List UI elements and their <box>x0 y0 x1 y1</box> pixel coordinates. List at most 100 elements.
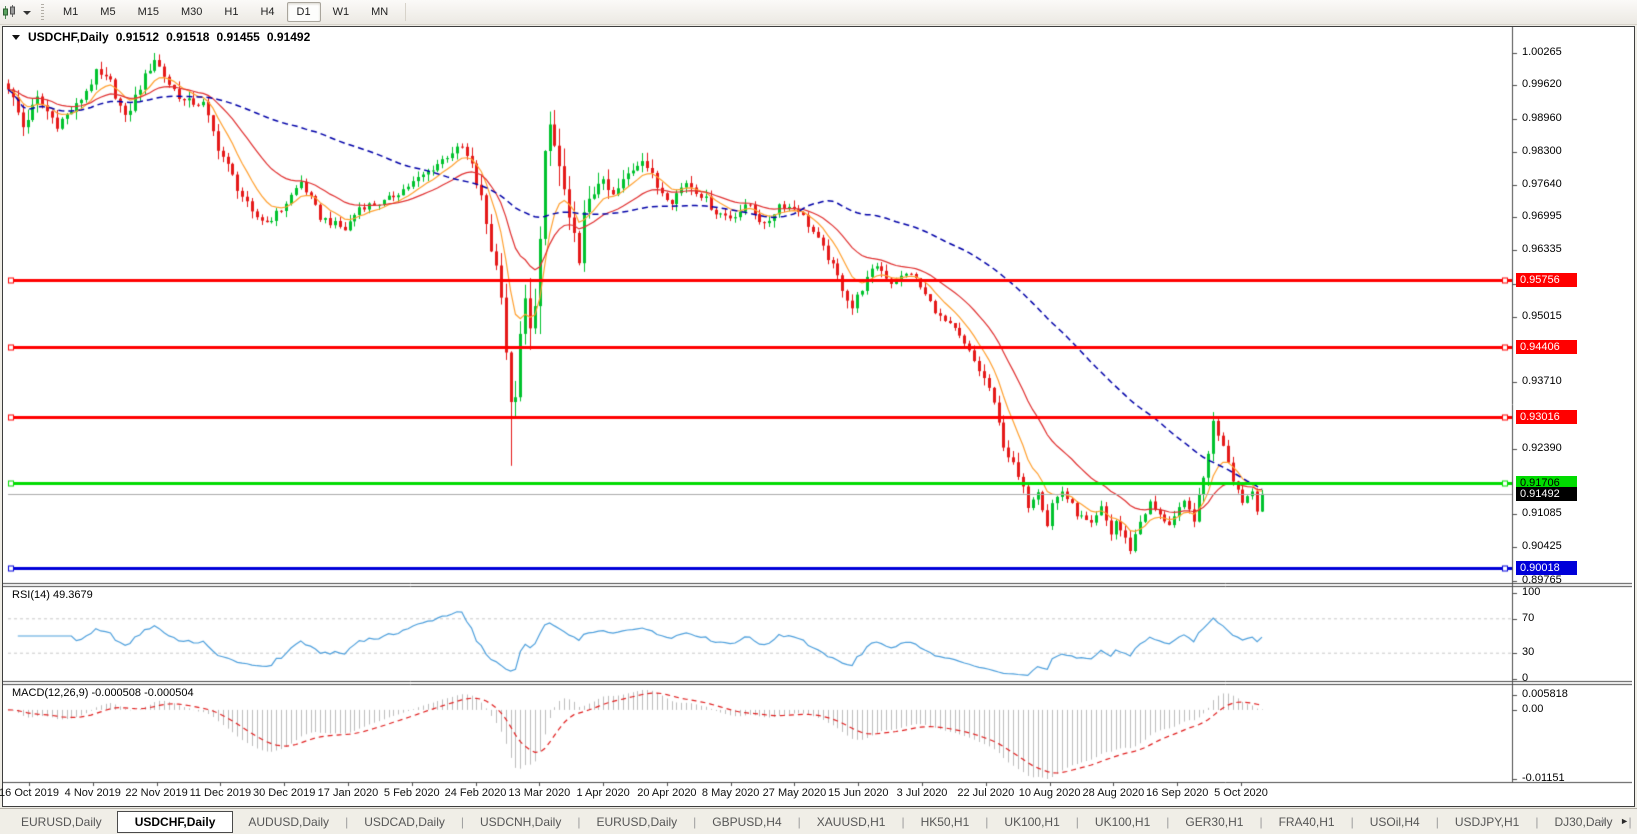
symbol-timeframe-label: USDCHF,Daily <box>28 30 109 44</box>
tab-separator: | <box>1435 814 1439 829</box>
macd-axis-tick: -0.01151 <box>1522 772 1565 784</box>
date-axis-label: 5 Oct 2020 <box>1214 787 1268 799</box>
chart-tab-ger30-h1[interactable]: GER30,H1 <box>1170 812 1258 832</box>
timeframe-button-d1[interactable]: D1 <box>286 2 321 22</box>
chart-tab-usoil-h4[interactable]: USOil,H4 <box>1355 812 1435 832</box>
timeframe-button-w1[interactable]: W1 <box>323 2 360 22</box>
tab-separator: | <box>577 814 581 829</box>
chart-tab-fra40-h1[interactable]: FRA40,H1 <box>1264 812 1350 832</box>
timeframe-button-m15[interactable]: M15 <box>128 2 169 22</box>
timeframe-button-m30[interactable]: M30 <box>171 2 212 22</box>
macd-signal-value: -0.000504 <box>144 687 194 699</box>
rsi-label: RSI(14) <box>12 589 50 601</box>
current-price-label: 0.91492 <box>1516 486 1577 501</box>
level-price-label: 0.95756 <box>1516 272 1577 287</box>
date-axis-label: 8 May 2020 <box>701 787 760 799</box>
chart-tab-usdchf-daily[interactable]: USDCHF,Daily <box>116 810 234 833</box>
symbol-caret-icon[interactable] <box>12 34 20 40</box>
chart-tab-uk100-h1[interactable]: UK100,H1 <box>1080 812 1165 832</box>
tab-scroll-right-icon[interactable]: ► <box>1620 816 1629 826</box>
chart-type-dropdown-caret-icon[interactable] <box>23 11 31 15</box>
tab-separator: | <box>1075 814 1079 829</box>
tab-separator: | <box>985 814 989 829</box>
price-axis-tick: 0.92390 <box>1522 441 1562 454</box>
rsi-value: 49.3679 <box>52 589 93 601</box>
date-axis-label: 30 Dec 2019 <box>252 787 316 799</box>
chart-tab-eurusd-daily[interactable]: EURUSD,Daily <box>6 812 117 832</box>
chart-tab-eurusd-daily[interactable]: EURUSD,Daily <box>581 812 692 832</box>
rsi-caption: RSI(14) 49.3679 <box>12 589 93 601</box>
toolbar-separator <box>405 3 407 21</box>
date-axis-label: 20 Apr 2020 <box>637 787 697 799</box>
chart-tab-china300-h1[interactable]: CHINA300,H1 <box>1633 812 1637 832</box>
price-axis-tick: 1.00265 <box>1522 45 1562 58</box>
timeframe-button-h1[interactable]: H1 <box>214 2 248 22</box>
macd-label: MACD(12,26,9) <box>12 687 89 699</box>
macd-caption: MACD(12,26,9) -0.000508 -0.000504 <box>12 687 194 699</box>
rsi-axis-tick: 0 <box>1522 672 1529 684</box>
chart-tab-usdjpy-h1[interactable]: USDJPY,H1 <box>1440 812 1534 832</box>
tab-separator: | <box>1350 814 1354 829</box>
price-axis-tick: 0.96995 <box>1522 210 1562 223</box>
price-axis-tick: 0.95015 <box>1522 309 1562 322</box>
price-axis-tick: 0.96335 <box>1522 243 1562 256</box>
date-axis-label: 16 Sep 2020 <box>1146 787 1209 799</box>
chart-tab-audusd-daily[interactable]: AUDUSD,Daily <box>233 812 344 832</box>
ohlc-close: 0.91492 <box>266 30 311 44</box>
date-axis-label: 13 Mar 2020 <box>508 787 571 799</box>
price-axis-tick: 0.98300 <box>1522 144 1562 157</box>
date-axis-label: 24 Feb 2020 <box>444 787 507 799</box>
date-axis-label: 10 Aug 2020 <box>1018 787 1081 799</box>
macd-axis-tick: 0.005818 <box>1522 688 1568 700</box>
price-axis-tick: 0.91085 <box>1522 507 1562 520</box>
tab-separator: | <box>345 814 349 829</box>
chart-tab-usdcnh-daily[interactable]: USDCNH,Daily <box>465 812 576 832</box>
timeframe-button-m5[interactable]: M5 <box>90 2 125 22</box>
chart-tab-gbpusd-h4[interactable]: GBPUSD,H4 <box>697 812 796 832</box>
macd-main-value: -0.000508 <box>91 687 142 699</box>
chart-tab-usdcad-daily[interactable]: USDCAD,Daily <box>349 812 460 832</box>
timeframe-button-h4[interactable]: H4 <box>250 2 284 22</box>
timeframe-toolbar: M1 M5 M15 M30 H1 H4 D1 W1 MN <box>0 0 1637 25</box>
ohlc-low: 0.91455 <box>216 30 260 44</box>
date-axis-label: 5 Feb 2020 <box>383 787 440 799</box>
timeframe-button-m1[interactable]: M1 <box>53 2 88 22</box>
date-axis-label: 1 Apr 2020 <box>576 787 630 799</box>
trading-terminal: { "toolbar": { "timeframes": ["M1","M5",… <box>0 0 1637 834</box>
ohlc-open: 0.91512 <box>115 30 160 44</box>
price-axis-tick: 0.93710 <box>1522 375 1562 388</box>
chart-tab-xauusd-h1[interactable]: XAUUSD,H1 <box>802 812 901 832</box>
tab-separator: | <box>901 814 905 829</box>
tab-scroll-left-icon[interactable]: ◄ <box>1597 816 1606 826</box>
price-axis-tick: 0.89765 <box>1522 573 1562 586</box>
rsi-axis-tick: 100 <box>1522 586 1541 598</box>
tab-separator: | <box>1535 814 1539 829</box>
rsi-axis-tick: 30 <box>1522 646 1535 659</box>
date-axis-label: 22 Nov 2019 <box>125 787 188 799</box>
tab-separator: | <box>1259 814 1263 829</box>
price-chart-canvas[interactable] <box>3 27 1632 804</box>
date-axis-label: 4 Nov 2019 <box>64 787 121 799</box>
date-axis-label: 27 May 2020 <box>762 787 827 799</box>
chart-window: USDCHF,Daily 0.91512 0.91518 0.91455 0.9… <box>0 26 1635 807</box>
ohlc-high: 0.91518 <box>166 30 210 44</box>
chart-icon[interactable] <box>2 4 19 20</box>
chart-tab-uk100-h1[interactable]: UK100,H1 <box>989 812 1074 832</box>
toolbar-grip[interactable] <box>41 4 44 20</box>
level-price-label: 0.90018 <box>1516 560 1577 575</box>
chart-tab-hk50-h1[interactable]: HK50,H1 <box>906 812 985 832</box>
chart-caption: USDCHF,Daily 0.91512 0.91518 0.91455 0.9… <box>12 30 310 44</box>
tab-separator: | <box>797 814 801 829</box>
tab-separator: | <box>460 814 464 829</box>
timeframe-button-mn[interactable]: MN <box>361 2 398 22</box>
price-axis-tick: 0.98960 <box>1522 111 1562 124</box>
date-axis-label: 17 Jan 2020 <box>317 787 379 799</box>
date-axis-label: 28 Aug 2020 <box>1082 787 1145 799</box>
chart-tab-bar: EURUSD,Daily USDCHF,Daily AUDUSD,Daily | USD… <box>0 808 1637 834</box>
date-axis-label: 15 Jun 2020 <box>827 787 889 799</box>
price-axis-tick: 0.97640 <box>1522 177 1562 190</box>
date-axis-label: 22 Jul 2020 <box>957 787 1015 799</box>
price-axis-tick: 0.90425 <box>1522 540 1562 553</box>
macd-axis-tick: 0.00 <box>1522 702 1544 715</box>
rsi-axis-tick: 70 <box>1522 611 1535 624</box>
